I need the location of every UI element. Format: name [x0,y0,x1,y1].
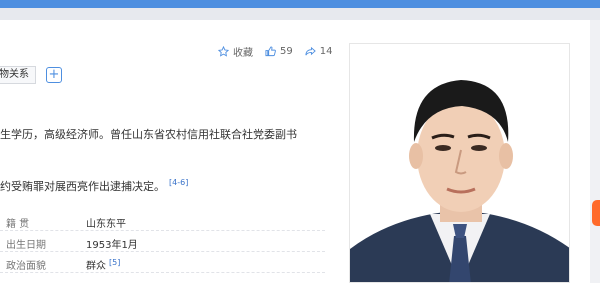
article-actions: 收藏 59 14 [218,42,344,60]
relation-tags: 物关系 + [0,66,62,84]
favorite-label: 收藏 [233,47,253,59]
portrait-photo[interactable] [349,43,570,283]
share-icon [305,46,316,55]
intro-paragraph-line-2: 约受贿罪对展西亮作出逮捕决定。 [4-6] [0,178,188,194]
info-value-text[interactable]: 山东东平 [86,219,126,230]
browser-top-bar [0,0,600,8]
share-count: 14 [319,45,333,57]
plus-icon[interactable]: + [46,67,62,83]
star-icon [218,45,229,57]
thumbs-up-icon [265,45,276,56]
share-button[interactable]: 14 [305,45,333,57]
like-count: 59 [280,45,293,57]
info-value-text: 1953年1月 [86,240,138,251]
info-row-birth-date: 出生日期 1953年1月 [0,231,325,252]
intro-text-2: 约受贿罪对展西亮作出逮捕决定。 [0,180,165,193]
info-key: 出生日期 [6,240,46,251]
info-key: 籍 贯 [6,219,30,230]
citation-link[interactable]: [4-6] [169,178,188,187]
favorite-button[interactable]: 收藏 [218,44,253,59]
like-button[interactable]: 59 [265,46,293,57]
info-key: 政治面貌 [6,261,46,272]
citation-link[interactable]: [5] [109,258,120,267]
info-value-text: 群众 [86,261,106,272]
page-top-gap [0,8,600,20]
info-row-political-status: 政治面貌 群众 [5] [0,252,325,273]
info-value: 群众 [5] [86,257,120,272]
intro-text-1: 生学历，高级经济师。曾任山东省农村信用社联合社党委副书 [0,128,297,141]
side-scroll-handle[interactable] [592,200,600,226]
info-row-native-place: 籍 贯 山东东平 [0,210,325,231]
info-value: 山东东平 [86,215,126,230]
intro-paragraph-line-1: 生学历，高级经济师。曾任山东省农村信用社联合社党委副书 [0,126,297,142]
basic-info-table: 籍 贯 山东东平 出生日期 1953年1月 政治面貌 群众 [5] [0,210,325,273]
portrait-illustration [350,44,569,282]
info-value: 1953年1月 [86,236,138,251]
relation-tag[interactable]: 物关系 [0,66,36,84]
